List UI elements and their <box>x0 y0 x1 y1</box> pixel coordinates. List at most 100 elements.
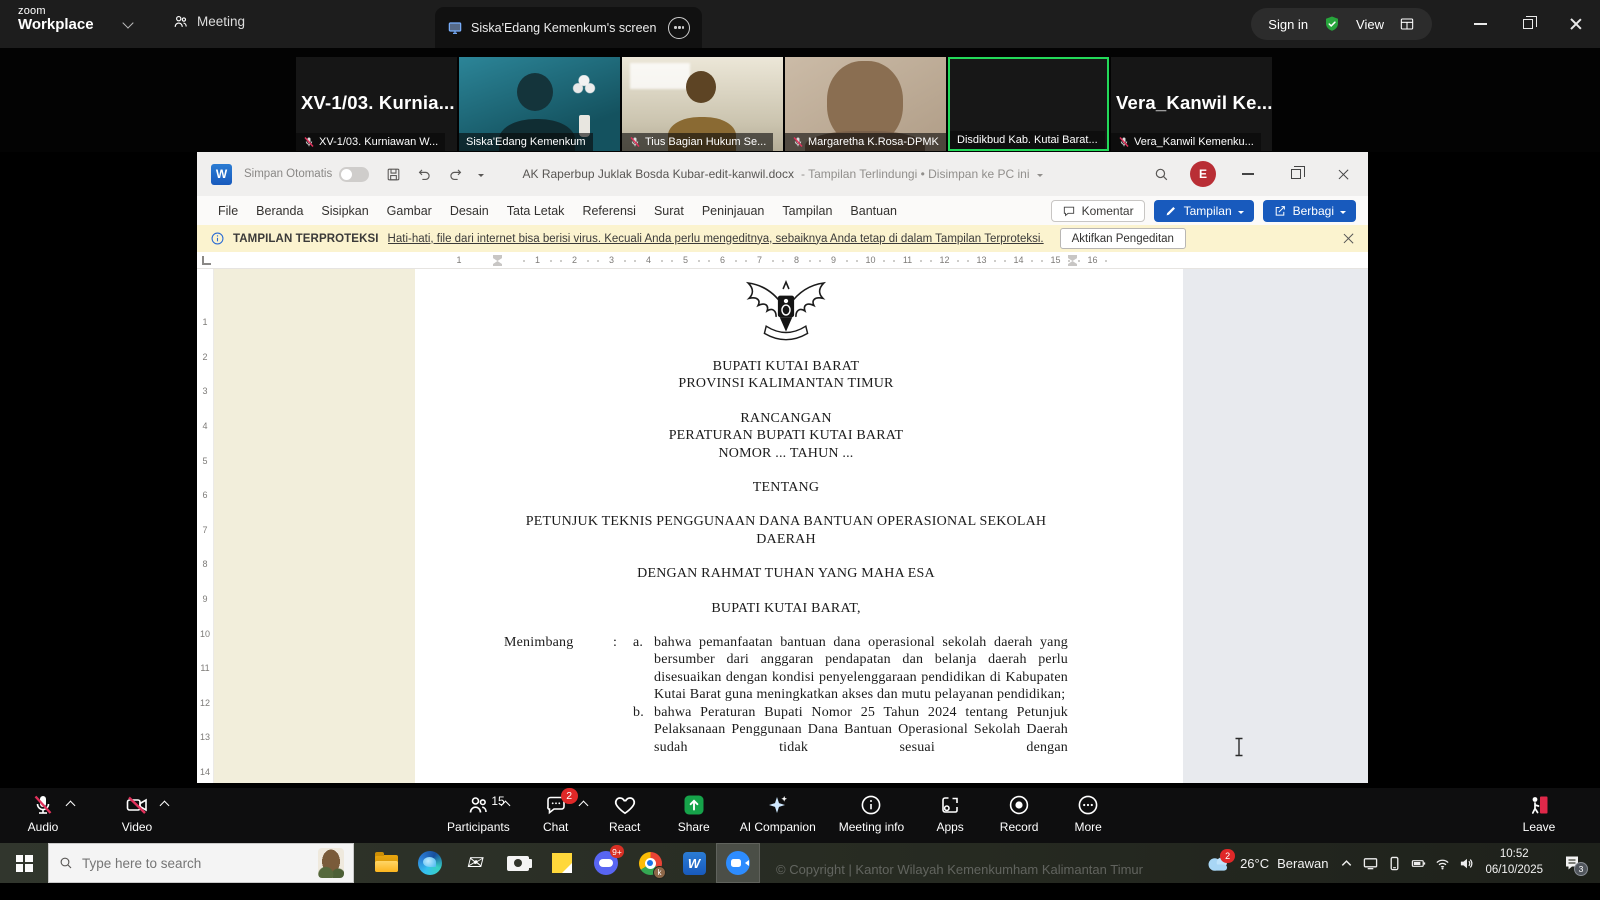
ribbon-tab[interactable]: File <box>209 200 247 222</box>
tab-selector-icon[interactable] <box>202 256 211 265</box>
toolbar-item-icon <box>859 793 883 817</box>
battery-icon[interactable] <box>1411 856 1426 871</box>
indent-marker-left[interactable] <box>493 255 502 266</box>
toolbar-item[interactable]: 2 Chat <box>533 788 589 834</box>
tab-shared-screen[interactable]: Siska'Edang Kemenkum's screen <box>435 7 703 48</box>
toolbar-item-icon <box>613 793 637 817</box>
restore-button[interactable] <box>1504 0 1552 48</box>
toolbar-item[interactable]: Share <box>671 793 717 834</box>
comments-button[interactable]: Komentar <box>1050 199 1145 222</box>
toolbar-item[interactable]: AI Companion <box>740 793 816 834</box>
network-icon[interactable] <box>1435 856 1450 871</box>
workspace-chevron-icon[interactable] <box>122 17 134 29</box>
participant-name-label: XV-1/03. Kurniawan W... <box>296 133 446 151</box>
chevron-up-icon[interactable] <box>65 800 76 811</box>
toolbar-item[interactable]: Meeting info <box>839 793 904 834</box>
participant-tile[interactable]: Vera_Kanwil Ke... Vera_Kanwil Kemenku... <box>1111 57 1272 151</box>
app-icon: ✉ <box>466 852 482 874</box>
word-restore-button[interactable] <box>1272 152 1320 198</box>
taskbar-app[interactable]: ✉ <box>452 843 496 883</box>
close-button[interactable] <box>1552 0 1600 48</box>
share-button[interactable]: Berbagi <box>1262 199 1356 222</box>
toolbar-item[interactable]: Apps <box>927 793 973 834</box>
view-button[interactable]: View <box>1356 17 1384 32</box>
toolbar-item[interactable]: 15 Participants <box>447 793 511 834</box>
undo-icon[interactable] <box>416 166 433 183</box>
toolbar-item[interactable]: Audio <box>20 793 76 834</box>
ribbon-tab[interactable]: Bantuan <box>841 200 906 222</box>
ribbon-tab[interactable]: Tampilan <box>773 200 841 222</box>
ribbon-tab[interactable]: Sisipkan <box>312 200 377 222</box>
participant-tile[interactable]: Siska'Edang Kemenkum <box>459 57 620 151</box>
autosave-toggle[interactable] <box>339 166 370 182</box>
ruler-number: 12 <box>199 697 210 708</box>
redo-icon[interactable] <box>447 166 464 183</box>
taskbar-app[interactable] <box>364 843 408 883</box>
phone-icon[interactable] <box>1387 856 1402 871</box>
ribbon-tab[interactable]: Peninjauan <box>693 200 774 222</box>
save-icon[interactable] <box>385 166 402 183</box>
search-highlight-image[interactable] <box>318 848 344 878</box>
start-button[interactable] <box>0 843 48 883</box>
banner-close-icon[interactable] <box>1341 231 1356 246</box>
chevron-up-icon[interactable] <box>159 800 170 811</box>
participant-tile[interactable]: Tius Bagian Hukum Se... <box>622 57 783 151</box>
toolbar-item[interactable]: More <box>1065 793 1111 834</box>
ribbon-tab[interactable]: Desain <box>441 200 498 222</box>
ruler-number: 9 <box>815 252 852 269</box>
leave-button[interactable]: Leave <box>1516 793 1562 834</box>
minimize-button[interactable] <box>1456 0 1504 48</box>
view-mode-button[interactable]: Tampilan <box>1153 199 1254 222</box>
account-avatar[interactable]: E <box>1190 161 1216 187</box>
ribbon-tab[interactable]: Gambar <box>378 200 441 222</box>
tab-options-icon[interactable] <box>668 16 691 39</box>
chevron-up-icon[interactable] <box>578 800 589 811</box>
view-grid-icon[interactable] <box>1399 16 1415 32</box>
chevron-up-icon[interactable] <box>500 800 511 811</box>
weather-badge: 2 <box>1220 848 1236 863</box>
toolbar-item-icon <box>1076 793 1100 817</box>
toolbar-item-label: Record <box>999 820 1039 834</box>
taskbar-app[interactable] <box>408 843 452 883</box>
taskbar-app[interactable]: W <box>672 843 716 883</box>
participant-tile[interactable]: Disdikbud Kab. Kutai Barat... <box>948 57 1109 151</box>
word-close-button[interactable] <box>1320 152 1368 198</box>
display-icon[interactable] <box>1363 856 1378 871</box>
taskbar-app[interactable] <box>716 843 760 883</box>
canvas-left-margin <box>197 269 415 783</box>
taskbar-app[interactable]: 9+ <box>584 843 628 883</box>
volume-icon[interactable] <box>1459 856 1474 871</box>
taskbar-app[interactable]: k <box>628 843 672 883</box>
ribbon-tab[interactable]: Referensi <box>573 200 645 222</box>
action-center-button[interactable]: 3 <box>1554 854 1590 876</box>
participant-tile[interactable]: Margaretha K.Rosa-DPMK <box>785 57 946 151</box>
weather-widget[interactable]: 2 26°C Berawan <box>1205 848 1328 873</box>
word-minimize-button[interactable] <box>1224 152 1272 198</box>
ribbon-tab[interactable]: Surat <box>645 200 693 222</box>
document-page[interactable]: BUPATI KUTAI BARAT PROVINSI KALIMANTAN T… <box>415 269 1157 783</box>
taskbar-clock[interactable]: 10:52 06/10/2025 <box>1485 847 1543 878</box>
tab-meeting[interactable]: Meeting <box>172 13 245 30</box>
autosave-label: Simpan Otomatis <box>244 168 333 180</box>
ruler-number: 4 <box>630 252 667 269</box>
word-search-button[interactable] <box>1140 152 1182 196</box>
customize-qat-icon[interactable] <box>478 174 485 180</box>
taskbar-search[interactable] <box>48 843 354 883</box>
toolbar-item[interactable]: React <box>602 793 648 834</box>
title-chevron-icon[interactable] <box>1036 174 1043 180</box>
chevron-up-icon[interactable] <box>1339 856 1354 871</box>
search-input[interactable] <box>82 855 310 871</box>
logo-text-workplace: Workplace <box>18 16 94 34</box>
document-title: AK Raperbup Juklak Bosda Kubar-edit-kanw… <box>522 167 1043 181</box>
toolbar-item[interactable]: Video <box>114 793 170 834</box>
taskbar-app[interactable] <box>540 843 584 883</box>
enable-editing-button[interactable]: Aktifkan Pengeditan <box>1059 228 1186 249</box>
sign-in-button[interactable]: Sign in <box>1268 17 1308 32</box>
toolbar-item[interactable]: Record <box>996 793 1042 834</box>
ribbon-tab[interactable]: Beranda <box>247 200 312 222</box>
autosave-control[interactable]: Simpan Otomatis <box>244 166 370 182</box>
taskbar-app[interactable] <box>496 843 540 883</box>
ribbon-tab[interactable]: Tata Letak <box>498 200 574 222</box>
muted-mic-icon <box>792 136 804 148</box>
participant-tile[interactable]: XV-1/03. Kurnia... XV-1/03. Kurniawan W.… <box>296 57 457 151</box>
